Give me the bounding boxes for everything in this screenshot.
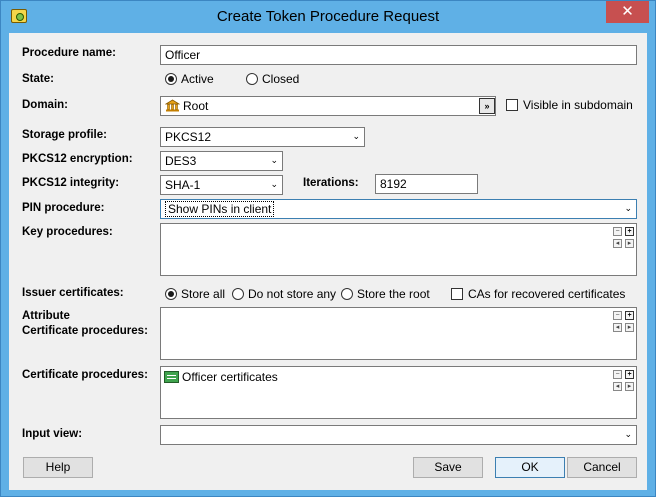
help-button[interactable]: Help [23,457,93,478]
certificate-procedures-list[interactable]: Officer certificates − + ◂ ▸ [160,366,637,419]
radio-dot [232,288,244,300]
issuer-certificates-label: Issuer certificates: [22,287,124,299]
dialog-window: Create Token Procedure Request ✕ Procedu… [0,0,656,497]
radio-dot [165,73,177,85]
domain-browse-button[interactable]: » [479,98,495,114]
bank-building-icon [165,99,180,112]
domain-label: Domain: [22,99,68,111]
state-active-label: Active [181,72,214,86]
key-procedures-label: Key procedures: [22,226,113,238]
attribute-cert-label-line2: Certificate procedures: [22,325,148,337]
issuer-store-root-radio[interactable]: Store the root [341,287,430,301]
list-item[interactable]: Officer certificates [164,370,278,384]
pin-procedure-select[interactable]: Show PINs in client ⌄ [160,199,637,219]
remove-icon[interactable]: − [613,311,622,320]
procedure-name-input[interactable]: Officer [160,45,637,65]
chevron-down-icon: ⌄ [270,155,278,165]
issuer-store-root-label: Store the root [357,287,430,301]
ok-button-label: OK [521,460,539,474]
certificate-procedures-label: Certificate procedures: [22,369,148,381]
cancel-button-label: Cancel [583,460,621,474]
chevron-down-icon: ⌄ [624,429,632,439]
attribute-cert-procedures-list[interactable]: − + ◂ ▸ [160,307,637,360]
chevron-down-icon: ⌄ [624,203,632,213]
storage-profile-value: PKCS12 [165,130,212,144]
pkcs12-integrity-value: SHA-1 [165,178,201,192]
move-left-icon[interactable]: ◂ [613,323,622,332]
add-icon[interactable]: + [625,227,634,236]
iterations-label: Iterations: [303,177,359,189]
move-right-icon[interactable]: ▸ [625,382,634,391]
pin-procedure-value: Show PINs in client [165,201,275,217]
remove-icon[interactable]: − [613,227,622,236]
input-view-label: Input view: [22,428,83,440]
move-right-icon[interactable]: ▸ [625,323,634,332]
certificate-icon [164,371,179,383]
state-closed-radio[interactable]: Closed [246,72,299,86]
state-label: State: [22,73,54,85]
certificate-procedure-name: Officer certificates [182,370,278,384]
issuer-store-none-radio[interactable]: Do not store any [232,287,336,301]
state-active-radio[interactable]: Active [165,72,214,86]
radio-dot [246,73,258,85]
domain-value: Root [183,99,209,113]
window-title: Create Token Procedure Request [216,8,440,25]
checkbox-box [506,99,518,111]
input-view-select[interactable]: ⌄ [160,425,637,445]
move-left-icon[interactable]: ◂ [613,239,622,248]
cas-recovered-label: CAs for recovered certificates [468,287,626,301]
iterations-input[interactable]: 8192 [375,174,478,194]
add-icon[interactable]: + [625,311,634,320]
storage-profile-label: Storage profile: [22,129,107,141]
state-closed-label: Closed [262,72,300,86]
visible-in-subdomain-label: Visible in subdomain [523,98,633,112]
save-button-label: Save [434,460,462,474]
cancel-button[interactable]: Cancel [567,457,637,478]
pkcs12-encryption-select[interactable]: DES3 ⌄ [160,151,283,171]
help-button-label: Help [45,460,71,474]
pin-procedure-label: PIN procedure: [22,202,105,214]
domain-field[interactable]: Root [160,96,496,116]
issuer-store-all-label: Store all [181,287,226,301]
checkbox-box [451,288,463,300]
pkcs12-integrity-select[interactable]: SHA-1 ⌄ [160,175,283,195]
pkcs12-integrity-label: PKCS12 integrity: [22,177,120,189]
procedure-name-label: Procedure name: [22,47,116,59]
add-icon[interactable]: + [625,370,634,379]
close-button[interactable]: ✕ [606,1,649,23]
cas-recovered-checkbox[interactable]: CAs for recovered certificates [451,287,625,301]
chevron-down-icon: ⌄ [270,179,278,189]
pkcs12-encryption-label: PKCS12 encryption: [22,153,133,165]
move-right-icon[interactable]: ▸ [625,239,634,248]
dialog-body: Procedure name: Officer State: Active Cl… [9,33,647,490]
title-bar[interactable]: Create Token Procedure Request ✕ [1,1,655,33]
attribute-cert-label-line1: Attribute [22,310,70,322]
visible-in-subdomain-checkbox[interactable]: Visible in subdomain [506,98,633,112]
pkcs12-encryption-value: DES3 [165,154,197,168]
ok-button[interactable]: OK [495,457,565,478]
radio-dot [341,288,353,300]
chevron-down-icon: ⌄ [352,131,360,141]
radio-dot [165,288,177,300]
move-left-icon[interactable]: ◂ [613,382,622,391]
issuer-store-none-label: Do not store any [248,287,337,301]
issuer-store-all-radio[interactable]: Store all [165,287,225,301]
save-button[interactable]: Save [413,457,483,478]
remove-icon[interactable]: − [613,370,622,379]
key-procedures-list[interactable]: − + ◂ ▸ [160,223,637,276]
storage-profile-select[interactable]: PKCS12 ⌄ [160,127,365,147]
